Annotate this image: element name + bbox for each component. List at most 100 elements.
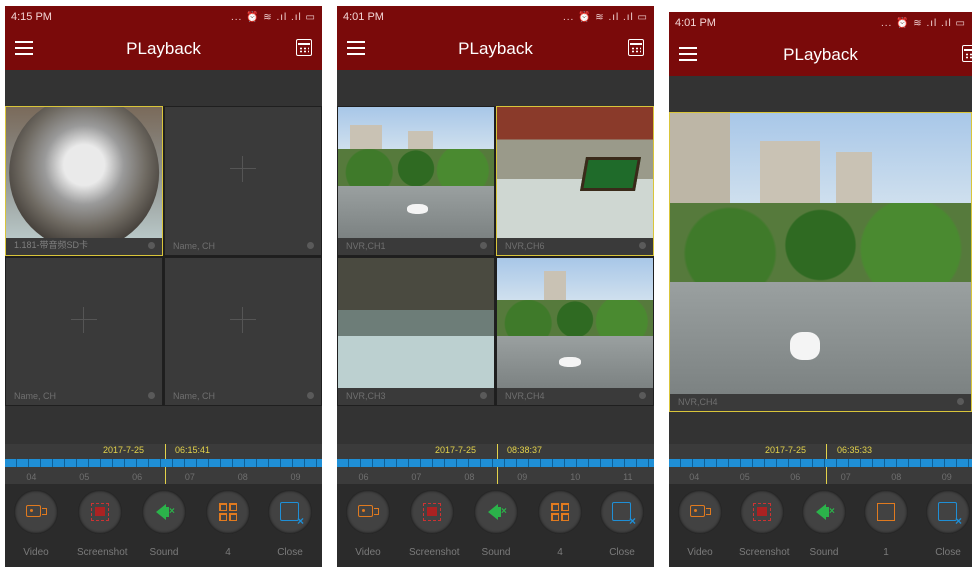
control-label: Screenshot (77, 547, 128, 558)
control-label: Close (609, 547, 635, 558)
sound-muted-icon (156, 504, 169, 520)
control-label: Close (277, 547, 303, 558)
sound-muted-icon (488, 504, 501, 520)
camera-feed (338, 258, 494, 388)
grid-4-icon (219, 503, 237, 521)
video-cell-1[interactable]: NVR,CH4 (669, 112, 972, 412)
top-spacer (337, 70, 654, 106)
phone-screen-2: 4:01 PM ... ⏰ ≋ .ıl .ıl ▭ PLayback NVR,C… (337, 6, 654, 567)
control-label: 1 (883, 547, 889, 558)
close-button[interactable]: Close (599, 490, 645, 558)
status-dot-icon (639, 242, 646, 249)
split-view-button[interactable]: 4 (537, 490, 583, 558)
control-label: 4 (557, 547, 563, 558)
screenshot-button[interactable]: Screenshot (409, 490, 460, 558)
timeline-ticks: 04 05 06 07 08 09 (5, 472, 322, 482)
split-view-button[interactable]: 4 (205, 490, 251, 558)
add-channel-icon[interactable] (71, 306, 97, 333)
cell-label: 1.181-带音频SD卡 (14, 240, 89, 250)
tick-label: 07 (184, 472, 195, 482)
tick-label: 04 (26, 472, 37, 482)
video-cell-2[interactable]: NVR,CH6 (496, 106, 654, 256)
sound-button[interactable]: × Sound (141, 490, 187, 558)
video-icon (690, 505, 711, 517)
close-icon (938, 502, 962, 528)
status-bar: 4:01 PM ... ⏰ ≋ .ıl .ıl ▭ (669, 12, 972, 34)
status-dot-icon (148, 392, 155, 399)
camera-feed (497, 107, 653, 238)
calendar-icon[interactable] (296, 39, 312, 56)
video-cell-1[interactable]: 1.181-带音频SD卡 (5, 106, 163, 256)
video-cell-4[interactable]: Name, CH (164, 257, 322, 406)
add-channel-icon[interactable] (230, 306, 256, 333)
top-spacer (5, 70, 322, 106)
status-time: 4:01 PM (675, 17, 716, 29)
tick-label: 06 (358, 472, 369, 482)
playback-timeline[interactable]: 2017-7-25 08:38:37 06 07 08 09 10 11 (337, 444, 654, 484)
video-cell-3[interactable]: Name, CH (5, 257, 163, 406)
mid-spacer (337, 406, 654, 444)
status-icons: ... ⏰ ≋ .ıl .ıl ▭ (880, 17, 966, 29)
menu-icon[interactable] (15, 41, 33, 55)
video-icon (358, 505, 379, 517)
calendar-icon[interactable] (628, 39, 644, 56)
calendar-icon[interactable] (962, 45, 972, 62)
tick-label: 09 (941, 472, 952, 482)
split-view-button[interactable]: 1 (863, 490, 909, 558)
mid-spacer (669, 412, 972, 444)
tick-label: 06 (790, 472, 801, 482)
tick-label: 11 (623, 472, 633, 482)
video-grid: NVR,CH4 (669, 112, 972, 412)
timeline-time: 08:38:37 (507, 445, 543, 455)
tick-label: 08 (237, 472, 248, 482)
status-dot-icon (148, 242, 155, 249)
video-button[interactable]: Video (13, 490, 59, 558)
status-time: 4:15 PM (11, 11, 52, 23)
video-cell-4[interactable]: NVR,CH4 (496, 257, 654, 406)
menu-icon[interactable] (679, 47, 697, 61)
video-cell-2[interactable]: Name, CH (164, 106, 322, 256)
menu-icon[interactable] (347, 41, 365, 55)
close-button[interactable]: Close (925, 490, 971, 558)
timeline-time: 06:15:41 (175, 445, 211, 455)
control-label: Screenshot (409, 547, 460, 558)
page-title: PLayback (458, 39, 533, 58)
video-button[interactable]: Video (677, 490, 723, 558)
control-label: Screenshot (739, 547, 790, 558)
video-button[interactable]: Video (345, 490, 391, 558)
status-dot-icon (480, 392, 487, 399)
timeline-ticks: 06 07 08 09 10 11 (337, 472, 654, 482)
screenshot-icon (753, 503, 771, 521)
tick-label: 10 (570, 472, 581, 482)
control-label: Video (355, 547, 381, 558)
close-icon (280, 502, 304, 528)
add-channel-icon[interactable] (230, 156, 256, 183)
video-cell-1[interactable]: NVR,CH1 (337, 106, 495, 256)
status-bar: 4:15 PM ... ⏰ ≋ .ıl .ıl ▭ (5, 6, 322, 28)
control-bar: Video Screenshot ×Sound 1 Close (669, 484, 972, 567)
cell-label: NVR,CH6 (505, 241, 545, 251)
playback-timeline[interactable]: 2017-7-25 06:15:41 04 05 06 07 08 09 (5, 444, 322, 484)
sound-button[interactable]: × Sound (801, 490, 847, 558)
mid-spacer (5, 406, 322, 444)
cell-label: Name, CH (14, 391, 57, 401)
camera-feed (338, 107, 494, 238)
video-cell-3[interactable]: NVR,CH3 (337, 257, 495, 406)
timeline-ticks: 04 05 06 07 08 09 (669, 472, 972, 482)
grid-4-icon (551, 503, 569, 521)
sound-button[interactable]: × Sound (473, 490, 519, 558)
recording-segments (5, 459, 322, 467)
tick-label: 04 (689, 472, 700, 482)
close-button[interactable]: Close (267, 490, 313, 558)
status-dot-icon (639, 392, 646, 399)
cell-label: Name, CH (173, 241, 216, 251)
tick-label: 05 (79, 472, 90, 482)
cell-label: NVR,CH3 (346, 391, 386, 401)
app-bar: PLayback (337, 28, 654, 70)
recording-segments (337, 459, 654, 467)
playback-timeline[interactable]: 2017-7-25 06:35:33 04 05 06 07 08 09 (669, 444, 972, 484)
screenshot-button[interactable]: Screenshot (739, 490, 790, 558)
control-label: Sound (149, 547, 179, 558)
recording-segments (669, 459, 972, 467)
screenshot-button[interactable]: Screenshot (77, 490, 128, 558)
